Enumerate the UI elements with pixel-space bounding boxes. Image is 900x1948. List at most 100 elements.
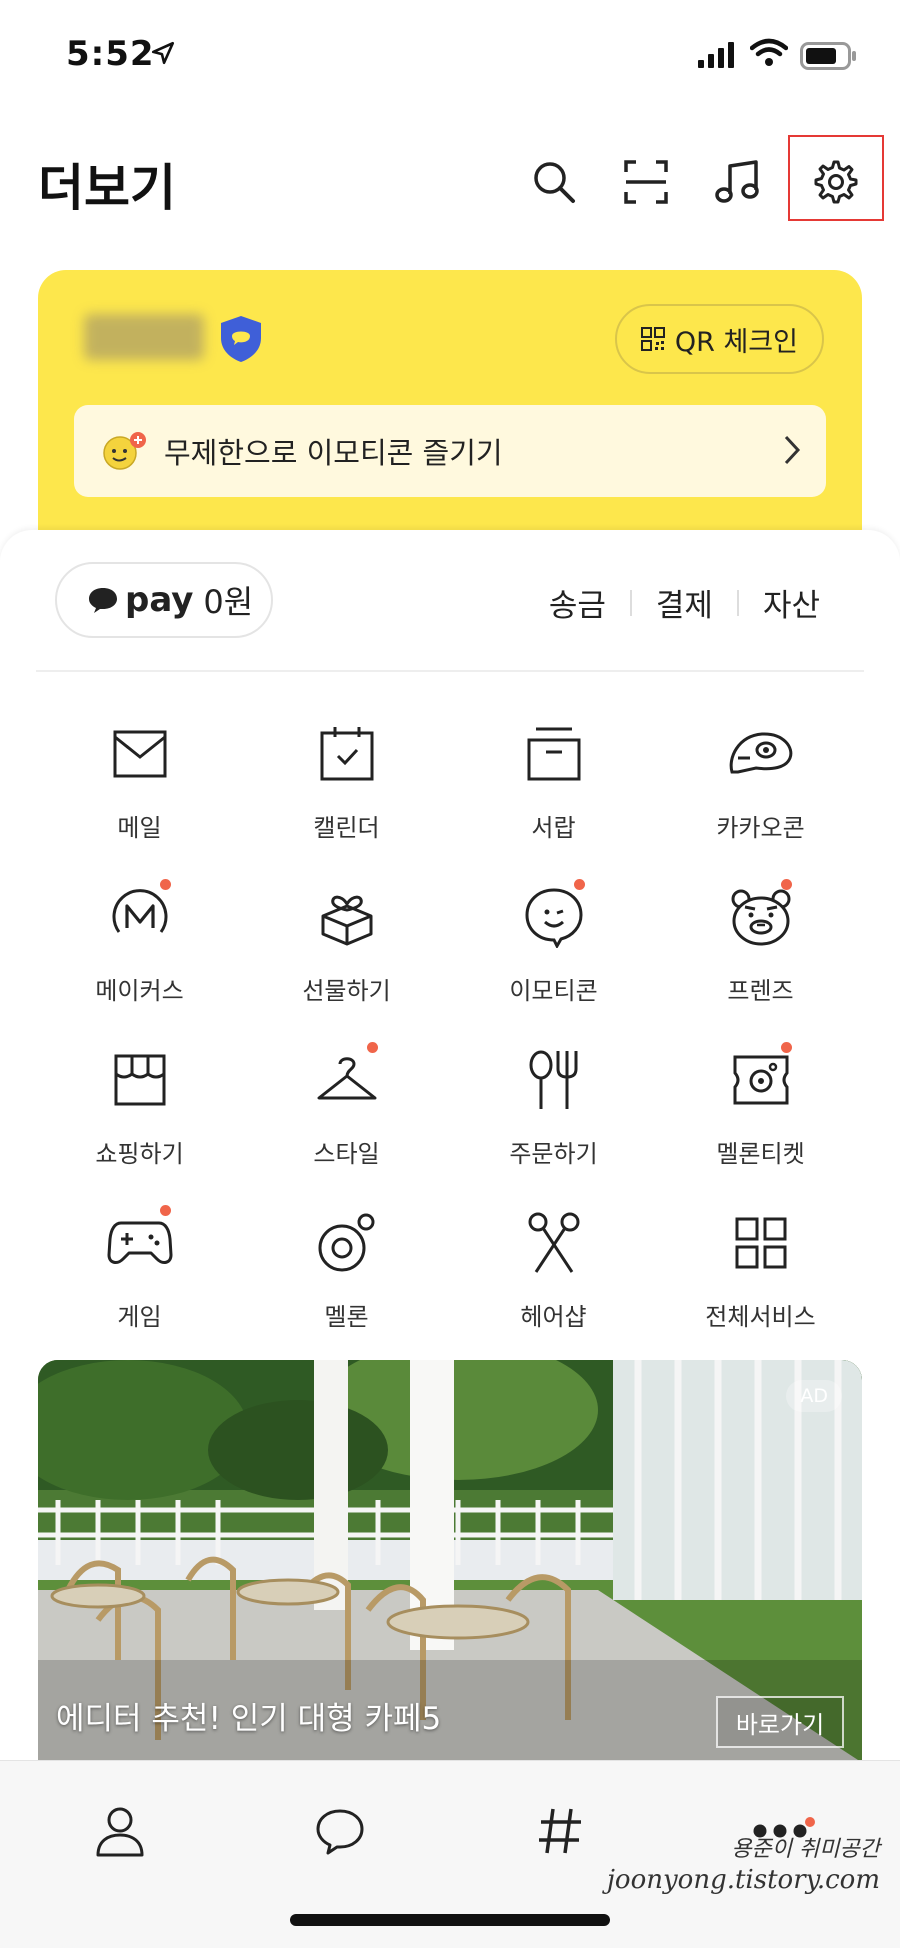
drawer-icon: [527, 727, 580, 781]
scissors-icon: [528, 1212, 579, 1273]
service-hairshop[interactable]: 헤어샵: [450, 1199, 657, 1362]
new-badge-dot: [781, 1042, 792, 1053]
scan-icon: [624, 160, 668, 204]
friends-icon: [731, 889, 790, 946]
status-time: 5:52: [66, 34, 155, 74]
person-icon: [96, 1807, 144, 1857]
music-note-icon: [715, 160, 759, 203]
talk-shield-icon: [218, 314, 264, 368]
service-label: 스타일: [313, 1140, 380, 1168]
service-gift[interactable]: 선물하기: [243, 873, 450, 1036]
service-shopping[interactable]: 쇼핑하기: [36, 1036, 243, 1199]
gamepad-icon: [107, 1221, 172, 1264]
chat-bubble-icon: [316, 1809, 364, 1855]
service-label: 주문하기: [509, 1140, 598, 1168]
watermark: 용준이 취미공간 joonyong.tistory.com: [607, 1836, 880, 1898]
battery-icon: [800, 42, 858, 74]
service-label: 캘린더: [313, 814, 380, 842]
ad-banner[interactable]: AD 에디터 추천! 인기 대형 카페5 바로가기: [38, 1360, 862, 1760]
home-indicator: [290, 1914, 610, 1926]
service-style[interactable]: 스타일: [243, 1036, 450, 1199]
service-label: 카카오콘: [716, 814, 805, 842]
service-label: 쇼핑하기: [95, 1140, 184, 1168]
page-title: 더보기: [38, 159, 176, 217]
new-badge-dot: [367, 1042, 378, 1053]
section-divider: [36, 670, 864, 672]
service-emoticon[interactable]: 이모티콘: [450, 873, 657, 1036]
pay-logo: pay: [125, 580, 194, 620]
service-makers[interactable]: 메이커스: [36, 873, 243, 1036]
emoticon-plus-banner[interactable]: 무제한으로 이모티콘 즐기기: [74, 405, 826, 497]
profile-card[interactable]: QR 체크인 무제한으로 이모티콘 즐기기: [38, 270, 862, 570]
service-label: 메이커스: [95, 977, 184, 1005]
ad-badge: AD: [786, 1380, 842, 1412]
music-button[interactable]: [706, 150, 770, 214]
service-label: 이모티콘: [509, 977, 598, 1005]
service-label: 멜론: [324, 1303, 369, 1331]
pay-assets-link[interactable]: 자산: [763, 580, 820, 625]
profile-name-blurred: [84, 314, 204, 360]
service-label: 게임: [117, 1303, 162, 1331]
ticket-icon: [733, 1055, 788, 1105]
watermark-line2: joonyong.tistory.com: [606, 1865, 880, 1896]
melon-icon: [318, 1213, 374, 1272]
scan-button[interactable]: [614, 150, 678, 214]
pay-links: 송금 결제 자산: [549, 580, 820, 625]
new-badge-dot: [574, 879, 585, 890]
gift-icon: [321, 895, 372, 946]
page-header: 더보기: [0, 130, 900, 230]
tab-friends[interactable]: [75, 1791, 165, 1871]
service-grid: 메일 캘린더 서랍 카카오콘 메이커스 선물하기 이모티콘 프렌즈 쇼핑하기 스…: [36, 710, 864, 1362]
service-friends[interactable]: 프렌즈: [657, 873, 864, 1036]
service-calendar[interactable]: 캘린더: [243, 710, 450, 873]
watermark-line1: 용준이 취미공간: [731, 1836, 880, 1862]
emoticon-face-icon: [103, 432, 146, 470]
divider: [736, 589, 739, 616]
service-drawer[interactable]: 서랍: [450, 710, 657, 873]
new-badge-dot: [781, 879, 792, 890]
service-kakaocon[interactable]: 카카오콘: [657, 710, 864, 873]
search-icon: [534, 162, 575, 203]
pay-transfer-link[interactable]: 송금: [549, 580, 606, 625]
hashtag-icon: [539, 1808, 581, 1854]
settings-highlight-box: [788, 135, 884, 221]
service-all[interactable]: 전체서비스: [657, 1199, 864, 1362]
speech-bubble-icon: [89, 588, 117, 613]
shop-icon: [114, 1054, 165, 1106]
divider: [629, 589, 632, 616]
mail-icon: [113, 730, 166, 778]
service-label: 프렌즈: [727, 977, 794, 1005]
service-label: 헤어샵: [520, 1303, 587, 1331]
qr-code-icon: [640, 327, 665, 351]
emoticon-icon: [524, 888, 583, 948]
grid-icon: [735, 1217, 786, 1269]
service-mail[interactable]: 메일: [36, 710, 243, 873]
wifi-icon: [749, 38, 789, 72]
service-order[interactable]: 주문하기: [450, 1036, 657, 1199]
tab-hashtag[interactable]: [515, 1791, 605, 1871]
search-button[interactable]: [522, 150, 586, 214]
location-arrow-icon: [150, 40, 176, 70]
kakaocon-icon: [729, 732, 792, 774]
status-bar: 5:52: [0, 0, 900, 110]
service-melon[interactable]: 멜론: [243, 1199, 450, 1362]
service-label: 전체서비스: [705, 1303, 816, 1331]
calendar-icon: [320, 727, 373, 781]
service-melon-ticket[interactable]: 멜론티켓: [657, 1036, 864, 1199]
qr-checkin-label: QR 체크인: [674, 326, 798, 358]
cellular-signal-icon: [698, 42, 738, 72]
ad-go-button[interactable]: 바로가기: [716, 1696, 844, 1748]
service-label: 서랍: [531, 814, 576, 842]
new-badge-dot: [160, 1205, 171, 1216]
service-game[interactable]: 게임: [36, 1199, 243, 1362]
service-label: 메일: [117, 814, 162, 842]
emoticon-banner-text: 무제한으로 이모티콘 즐기기: [164, 436, 503, 470]
tab-chats[interactable]: [295, 1791, 385, 1871]
service-label: 멜론티켓: [716, 1140, 805, 1168]
pay-payment-link[interactable]: 결제: [656, 580, 713, 625]
chevron-right-icon: [784, 435, 801, 465]
qr-checkin-button[interactable]: QR 체크인: [614, 304, 824, 374]
pay-amount: 0원: [203, 583, 254, 621]
kakaopay-balance-button[interactable]: pay 0원: [55, 562, 273, 638]
ad-title: 에디터 추천! 인기 대형 카페5: [56, 1701, 442, 1737]
